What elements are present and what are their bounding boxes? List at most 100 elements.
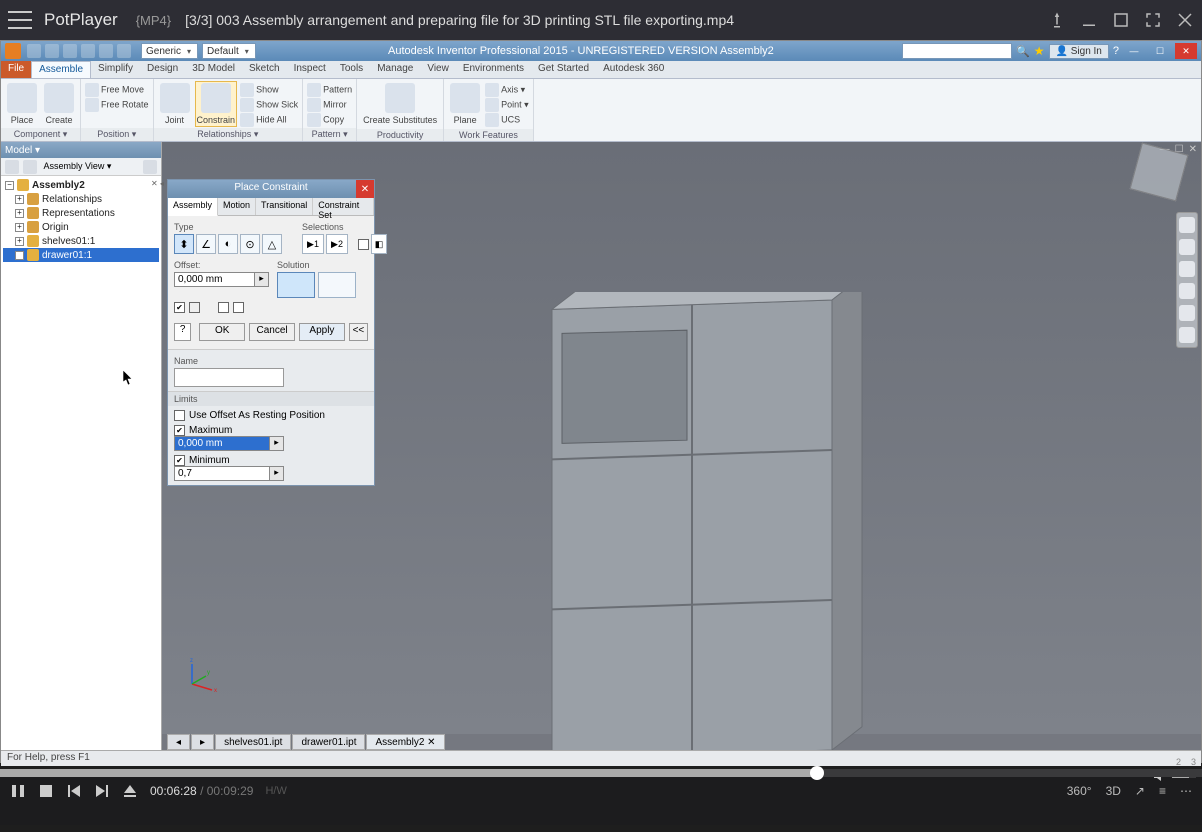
doc-tab-active[interactable]: Assembly2 ✕ <box>366 734 444 750</box>
hide-all-button[interactable]: Hide All <box>240 113 298 127</box>
dialog-titlebar[interactable]: Place Constraint✕ <box>168 180 374 198</box>
tab-file[interactable]: File <box>1 61 31 78</box>
tree-item[interactable]: +Origin <box>3 220 159 234</box>
view-selector[interactable]: Assembly View ▾ <box>41 161 139 172</box>
free-rotate-button[interactable]: Free Rotate <box>85 98 149 112</box>
plane-button[interactable]: Plane <box>448 81 482 127</box>
pattern-button[interactable]: Pattern <box>307 83 352 97</box>
help-icon[interactable]: ? <box>1113 45 1119 57</box>
maximize-icon[interactable] <box>1112 11 1130 29</box>
mirror-button[interactable]: Mirror <box>307 98 352 112</box>
view-icon[interactable] <box>23 160 37 174</box>
use-offset-check[interactable] <box>174 410 185 421</box>
place-button[interactable]: Place <box>5 81 39 127</box>
inv-close-icon[interactable]: ✕ <box>1175 43 1197 59</box>
inv-restore-icon[interactable]: ☐ <box>1149 43 1171 59</box>
solution-flush-button[interactable] <box>318 272 356 298</box>
collapse-button[interactable]: << <box>349 323 368 341</box>
tab-getstarted[interactable]: Get Started <box>531 61 596 78</box>
hw-indicator[interactable]: H/W <box>265 785 286 797</box>
selection-1-button[interactable]: ▶1 <box>302 234 324 254</box>
nav-pan-icon[interactable] <box>1179 239 1195 255</box>
minimum-dropdown-icon[interactable]: ▸ <box>270 466 284 481</box>
tab-inspect[interactable]: Inspect <box>287 61 333 78</box>
doc-tab-nav[interactable]: ▸ <box>191 734 214 750</box>
tab-tools[interactable]: Tools <box>333 61 370 78</box>
share-icon[interactable]: ↗ <box>1135 784 1145 798</box>
material-combo[interactable]: Generic <box>141 43 198 59</box>
minimum-input[interactable] <box>174 466 270 481</box>
qat-button[interactable] <box>27 44 41 58</box>
name-input[interactable] <box>174 368 284 387</box>
dialog-tab-transitional[interactable]: Transitional <box>256 198 313 215</box>
tree-root[interactable]: −Assembly2 <box>3 178 159 192</box>
inv-minimize-icon[interactable]: — <box>1123 43 1145 59</box>
joint-button[interactable]: Joint <box>158 81 192 127</box>
tab-simplify[interactable]: Simplify <box>91 61 140 78</box>
dialog-close-icon[interactable]: ✕ <box>356 180 374 198</box>
create-button[interactable]: Create <box>42 81 76 127</box>
apply-button[interactable]: Apply <box>299 323 345 341</box>
show-sick-button[interactable]: Show Sick <box>240 98 298 112</box>
nav-wheel-icon[interactable] <box>1179 217 1195 233</box>
axis-button[interactable]: Axis ▾ <box>485 83 529 97</box>
qat-button[interactable] <box>45 44 59 58</box>
dialog-tab-constraintset[interactable]: Constraint Set <box>313 198 374 215</box>
help-icon[interactable]: ? <box>174 323 191 341</box>
ok-button[interactable]: OK <box>199 323 245 341</box>
more-icon[interactable]: ⋯ <box>1180 784 1192 798</box>
playlist-icon[interactable]: ≡ <box>1159 784 1166 798</box>
find-icon[interactable] <box>143 160 157 174</box>
maximum-dropdown-icon[interactable]: ▸ <box>270 436 284 451</box>
filter-icon[interactable] <box>5 160 19 174</box>
opt1-check[interactable] <box>218 302 229 313</box>
qat-button[interactable] <box>117 44 131 58</box>
tab-sketch[interactable]: Sketch <box>242 61 287 78</box>
hamburger-menu-icon[interactable] <box>8 11 32 29</box>
type-tangent-icon[interactable]: ◐ <box>218 234 238 254</box>
sign-in-button[interactable]: 👤 Sign In <box>1049 44 1109 59</box>
ucs-button[interactable]: UCS <box>485 113 529 127</box>
pin-icon[interactable] <box>1048 11 1066 29</box>
opt2-check[interactable] <box>233 302 244 313</box>
seek-bar[interactable]: 2 3 <box>0 769 1202 777</box>
tab-environments[interactable]: Environments <box>456 61 531 78</box>
solution-mate-button[interactable] <box>277 272 315 298</box>
tree-item[interactable]: +Representations <box>3 206 159 220</box>
tab-autodesk360[interactable]: Autodesk 360 <box>596 61 671 78</box>
nav-zoom-icon[interactable] <box>1179 261 1195 277</box>
offset-input[interactable] <box>174 272 255 287</box>
inventor-logo-icon[interactable] <box>5 43 21 59</box>
maximum-check[interactable]: ✔ <box>174 425 185 436</box>
search-input[interactable] <box>902 43 1012 59</box>
nav-lookat-icon[interactable] <box>1179 305 1195 321</box>
selection-2-button[interactable]: ▶2 <box>326 234 348 254</box>
type-insert-icon[interactable]: ⊙ <box>240 234 260 254</box>
panel-pin[interactable]: ✕ ◂ <box>151 179 164 188</box>
3d-button[interactable]: 3D <box>1106 784 1121 798</box>
maximum-input[interactable] <box>174 436 270 451</box>
fullscreen-icon[interactable] <box>1144 11 1162 29</box>
constrain-button[interactable]: Constrain <box>195 81 238 127</box>
3d-model-shelf[interactable] <box>432 292 932 750</box>
tab-3dmodel[interactable]: 3D Model <box>185 61 242 78</box>
eject-icon[interactable] <box>122 783 138 799</box>
tab-view[interactable]: View <box>420 61 456 78</box>
type-symmetry-icon[interactable]: △ <box>262 234 282 254</box>
predict-check[interactable] <box>189 302 200 313</box>
preview-check[interactable]: ✔ <box>174 302 185 313</box>
type-angle-icon[interactable]: ∠ <box>196 234 216 254</box>
qat-button[interactable] <box>81 44 95 58</box>
dialog-tab-assembly[interactable]: Assembly <box>168 198 218 216</box>
offset-dropdown-icon[interactable]: ▸ <box>255 272 269 287</box>
copy-button[interactable]: Copy <box>307 113 352 127</box>
next-icon[interactable] <box>94 783 110 799</box>
doc-tab-nav[interactable]: ◂ <box>167 734 190 750</box>
tab-manage[interactable]: Manage <box>370 61 420 78</box>
prev-icon[interactable] <box>66 783 82 799</box>
model-panel-header[interactable]: Model ▾ <box>1 142 161 158</box>
tree-item[interactable]: +Relationships <box>3 192 159 206</box>
close-icon[interactable] <box>1176 11 1194 29</box>
360-button[interactable]: 360° <box>1067 784 1092 798</box>
doc-tab[interactable]: shelves01.ipt <box>215 734 291 750</box>
